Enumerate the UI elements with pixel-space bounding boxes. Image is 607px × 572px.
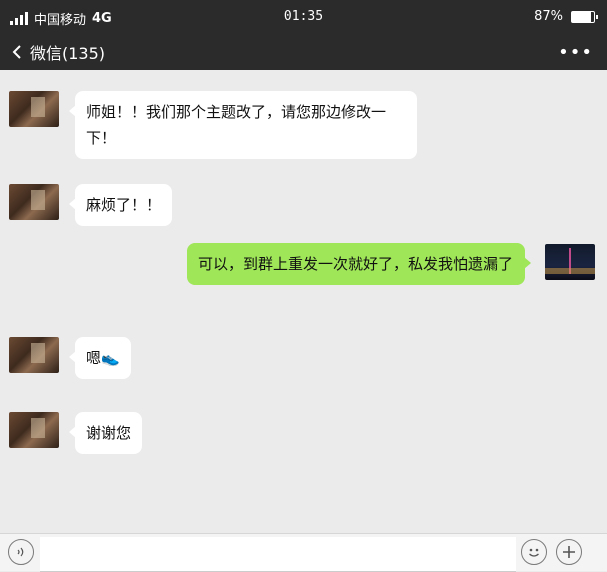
- avatar[interactable]: [9, 412, 59, 448]
- battery-icon: [571, 10, 598, 23]
- message-text: 可以，到群上重发一次就好了，私发我怕遗漏了: [198, 255, 514, 273]
- input-bar: [0, 533, 607, 572]
- emoji-icon[interactable]: [521, 539, 547, 565]
- back-button[interactable]: 微信(135): [12, 40, 105, 64]
- message-bubble: 谢谢您: [68, 412, 143, 454]
- more-icon[interactable]: •••: [558, 42, 593, 63]
- back-label: 微信(135): [30, 44, 106, 63]
- status-right: 87%: [534, 9, 598, 24]
- message-bubble: 嗯👟: [69, 337, 131, 379]
- avatar[interactable]: [9, 337, 59, 373]
- chevron-left-icon: [12, 45, 21, 59]
- plus-icon[interactable]: [556, 539, 582, 565]
- message-text: 麻烦了！！: [86, 196, 162, 214]
- status-bar: 中国移动 4G 01:35 87%: [0, 0, 607, 34]
- message-input[interactable]: [40, 537, 516, 572]
- plus-glyph-icon: [563, 546, 575, 558]
- voice-icon[interactable]: [8, 539, 34, 565]
- chat-area: 师姐！！我们那个主题改了，请您那边修改一下！ 麻烦了！！ 可以，到群上重发一次就…: [0, 70, 607, 532]
- nav-bar: 微信(135) •••: [0, 34, 607, 70]
- message-bubble: 麻烦了！！: [68, 184, 173, 226]
- message-bubble: 可以，到群上重发一次就好了，私发我怕遗漏了: [187, 243, 531, 285]
- message-bubble: 师姐！！我们那个主题改了，请您那边修改一下！: [69, 91, 417, 159]
- message-text: 师姐！！我们那个主题改了，请您那边修改一下！: [86, 103, 387, 147]
- battery-percent: 87%: [534, 9, 563, 24]
- avatar-self[interactable]: [545, 244, 595, 280]
- voice-wave-icon: [17, 547, 24, 557]
- message-text: 谢谢您: [86, 424, 132, 442]
- smiley-icon: [529, 548, 539, 557]
- avatar[interactable]: [9, 91, 59, 127]
- avatar[interactable]: [9, 184, 59, 220]
- status-time: 01:35: [283, 9, 324, 24]
- message-text: 嗯👟: [86, 349, 120, 367]
